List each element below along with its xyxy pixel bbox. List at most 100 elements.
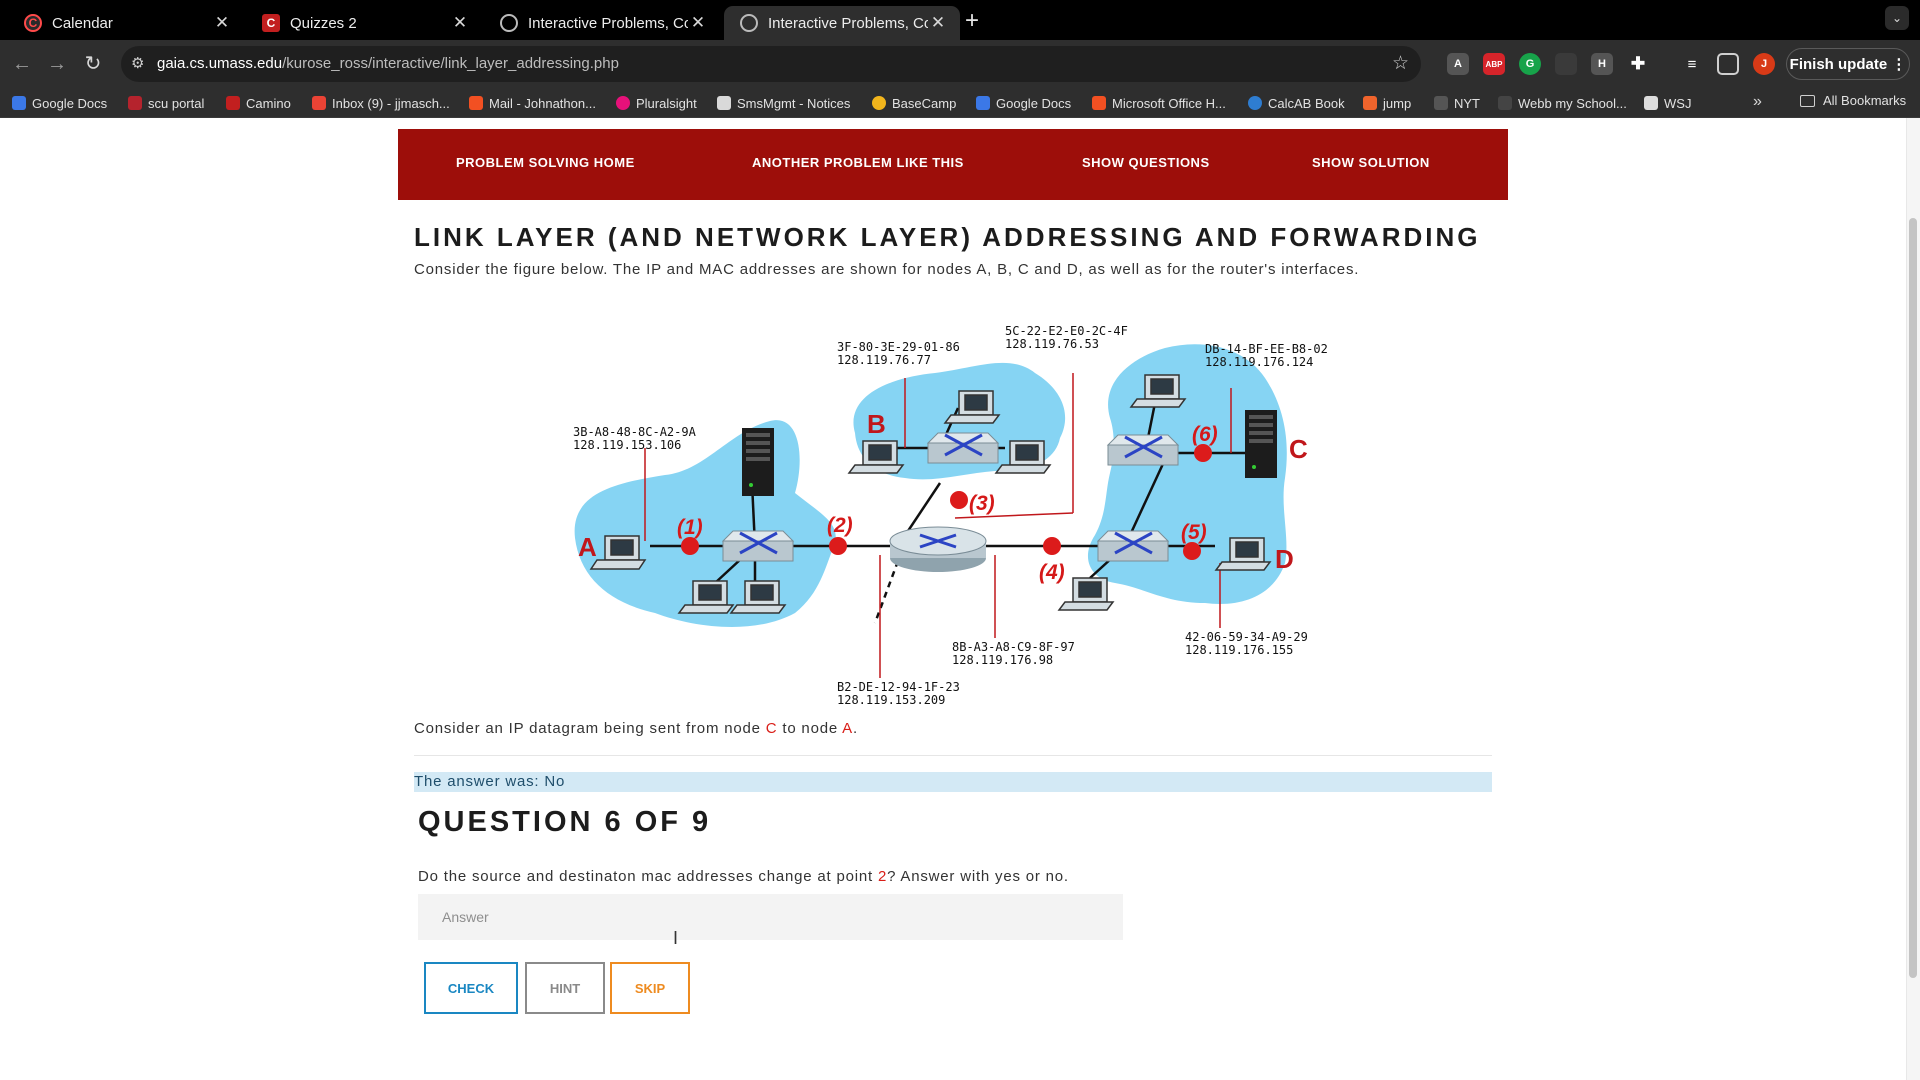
extensions-puzzle-icon[interactable]: ✚ [1627,53,1649,75]
bookmark-item[interactable]: Pluralsight [616,93,697,113]
tab-interactive-problems[interactable]: Interactive Problems, Compu ✕ [484,6,720,40]
globe-icon [740,14,758,32]
honey-icon[interactable]: H [1591,53,1613,75]
nav-show-questions[interactable]: SHOW QUESTIONS [1082,155,1210,170]
page-content: PROBLEM SOLVING HOME ANOTHER PROBLEM LIK… [0,118,1920,1080]
nyt-icon [1434,96,1448,110]
folder-icon [1800,94,1815,107]
point-3-marker [950,491,968,509]
camino-icon: C [262,14,280,32]
back-icon[interactable]: ← [8,50,36,78]
adblock-icon[interactable]: ABP [1483,53,1505,75]
wsj-icon [1644,96,1658,110]
bookmark-item[interactable]: Google Docs [12,93,107,113]
new-tab-button[interactable]: + [965,7,979,35]
bookmark-item[interactable]: SmsMgmt - Notices [717,93,850,113]
point-4-label: (4) [1039,561,1065,584]
bookmark-item[interactable]: Mail - Johnathon... [469,93,596,113]
point-1-marker [681,537,699,555]
bookmark-item[interactable]: jump [1363,93,1411,113]
scu-icon [128,96,142,110]
bookmark-item[interactable]: Inbox (9) - jjmasch... [312,93,450,113]
a-mac-label: 3B-A8-48-8C-A2-9A [573,425,697,439]
divider [414,755,1492,756]
profile-avatar[interactable]: J [1753,53,1775,75]
tab-calendar[interactable]: C Calendar ✕ [8,6,244,40]
bookmark-item[interactable]: NYT [1434,93,1480,113]
bookmark-item[interactable]: Camino [226,93,291,113]
grammarly-icon[interactable]: G [1519,53,1541,75]
server-icon [742,428,774,496]
tab-title: Interactive Problems, Compu [768,14,928,32]
reload-icon[interactable]: ↻ [79,50,107,78]
node-c-label: C [1289,434,1308,464]
microsoft-icon [469,96,483,110]
camino-icon [226,96,240,110]
url-text: gaia.cs.umass.edu/kurose_ross/interactiv… [157,55,619,72]
basecamp-icon [872,96,886,110]
all-bookmarks-button[interactable]: All Bookmarks [1800,93,1906,108]
answer-input[interactable] [418,894,1123,940]
forward-icon[interactable]: → [43,50,71,78]
calcab-icon [1248,96,1262,110]
router-if4-ip-label: 128.119.176.98 [952,653,1053,667]
google-docs-icon [12,96,26,110]
bookmark-item[interactable]: WSJ [1644,93,1691,113]
router-icon [889,526,987,572]
close-icon[interactable]: ✕ [688,13,708,33]
b-mac-label: 3F-80-3E-29-01-86 [837,340,960,354]
bookmark-item[interactable]: Microsoft Office H... [1092,93,1226,113]
bookmark-item[interactable]: Webb my School... [1498,93,1627,113]
destination-node: A [842,720,853,737]
tab-interactive-problems-active[interactable]: Interactive Problems, Compu ✕ [724,6,960,40]
point-2-marker [829,537,847,555]
switch-3-icon [1096,530,1170,562]
d-mac-label: 42-06-59-34-A9-29 [1185,630,1308,644]
page-scrollbar[interactable] [1906,118,1920,1080]
google-docs-icon [976,96,990,110]
finish-update-button[interactable]: Finish update ⋮ [1786,48,1910,80]
router-if2-ip-label: 128.119.153.209 [837,693,945,707]
node-a-label: A [578,532,597,562]
nav-problem-solving-home[interactable]: PROBLEM SOLVING HOME [456,155,635,170]
site-info-icon[interactable]: ⚙ [131,54,144,72]
d-ip-label: 128.119.176.155 [1185,643,1293,657]
source-node: C [765,720,778,737]
skip-button[interactable]: SKIP [610,962,690,1014]
tab-title: Calendar [52,14,113,32]
bookmarks-overflow-icon[interactable]: » [1753,93,1762,111]
bookmark-item[interactable]: BaseCamp [872,93,956,113]
scrollbar-thumb[interactable] [1909,218,1917,978]
point-3-label: (3) [969,492,995,515]
bookmark-item[interactable]: CalcAB Book [1248,93,1345,113]
router-if3-ip-label: 128.119.76.53 [1005,337,1099,351]
bookmark-item[interactable]: scu portal [128,93,204,113]
hint-button[interactable]: HINT [525,962,605,1014]
extension-icon[interactable]: A [1447,53,1469,75]
extension-icon[interactable] [1555,53,1577,75]
close-icon[interactable]: ✕ [450,13,470,33]
tab-quizzes[interactable]: C Quizzes 2 ✕ [246,6,482,40]
question-point: 2 [877,868,888,885]
nav-show-solution[interactable]: SHOW SOLUTION [1312,155,1430,170]
media-controls-icon[interactable]: ≡ [1681,53,1703,75]
point-6-marker [1194,444,1212,462]
check-button[interactable]: CHECK [424,962,518,1014]
close-icon[interactable]: ✕ [928,13,948,33]
webb-icon [1498,96,1512,110]
text-cursor-icon: I [673,928,679,948]
tab-title: Interactive Problems, Compu [528,14,688,32]
tab-search-button[interactable]: ⌄ [1885,6,1909,30]
router-if2-mac-label: B2-DE-12-94-1F-23 [837,680,960,694]
close-icon[interactable]: ✕ [212,13,232,33]
bookmark-star-icon[interactable]: ☆ [1392,52,1409,75]
address-bar[interactable]: ⚙ gaia.cs.umass.edu/kurose_ross/interact… [121,46,1421,82]
node-d-label: D [1275,544,1294,574]
bookmark-item[interactable]: Google Docs [976,93,1071,113]
bookmarks-bar: Google Docs scu portal Camino Inbox (9) … [0,88,1920,118]
nav-another-problem[interactable]: ANOTHER PROBLEM LIKE THIS [752,155,964,170]
side-panel-icon[interactable] [1717,53,1739,75]
pluralsight-icon [616,96,630,110]
question-heading: QUESTION 6 OF 9 [418,806,712,838]
page-title: LINK LAYER (AND NETWORK LAYER) ADDRESSIN… [414,222,1481,252]
